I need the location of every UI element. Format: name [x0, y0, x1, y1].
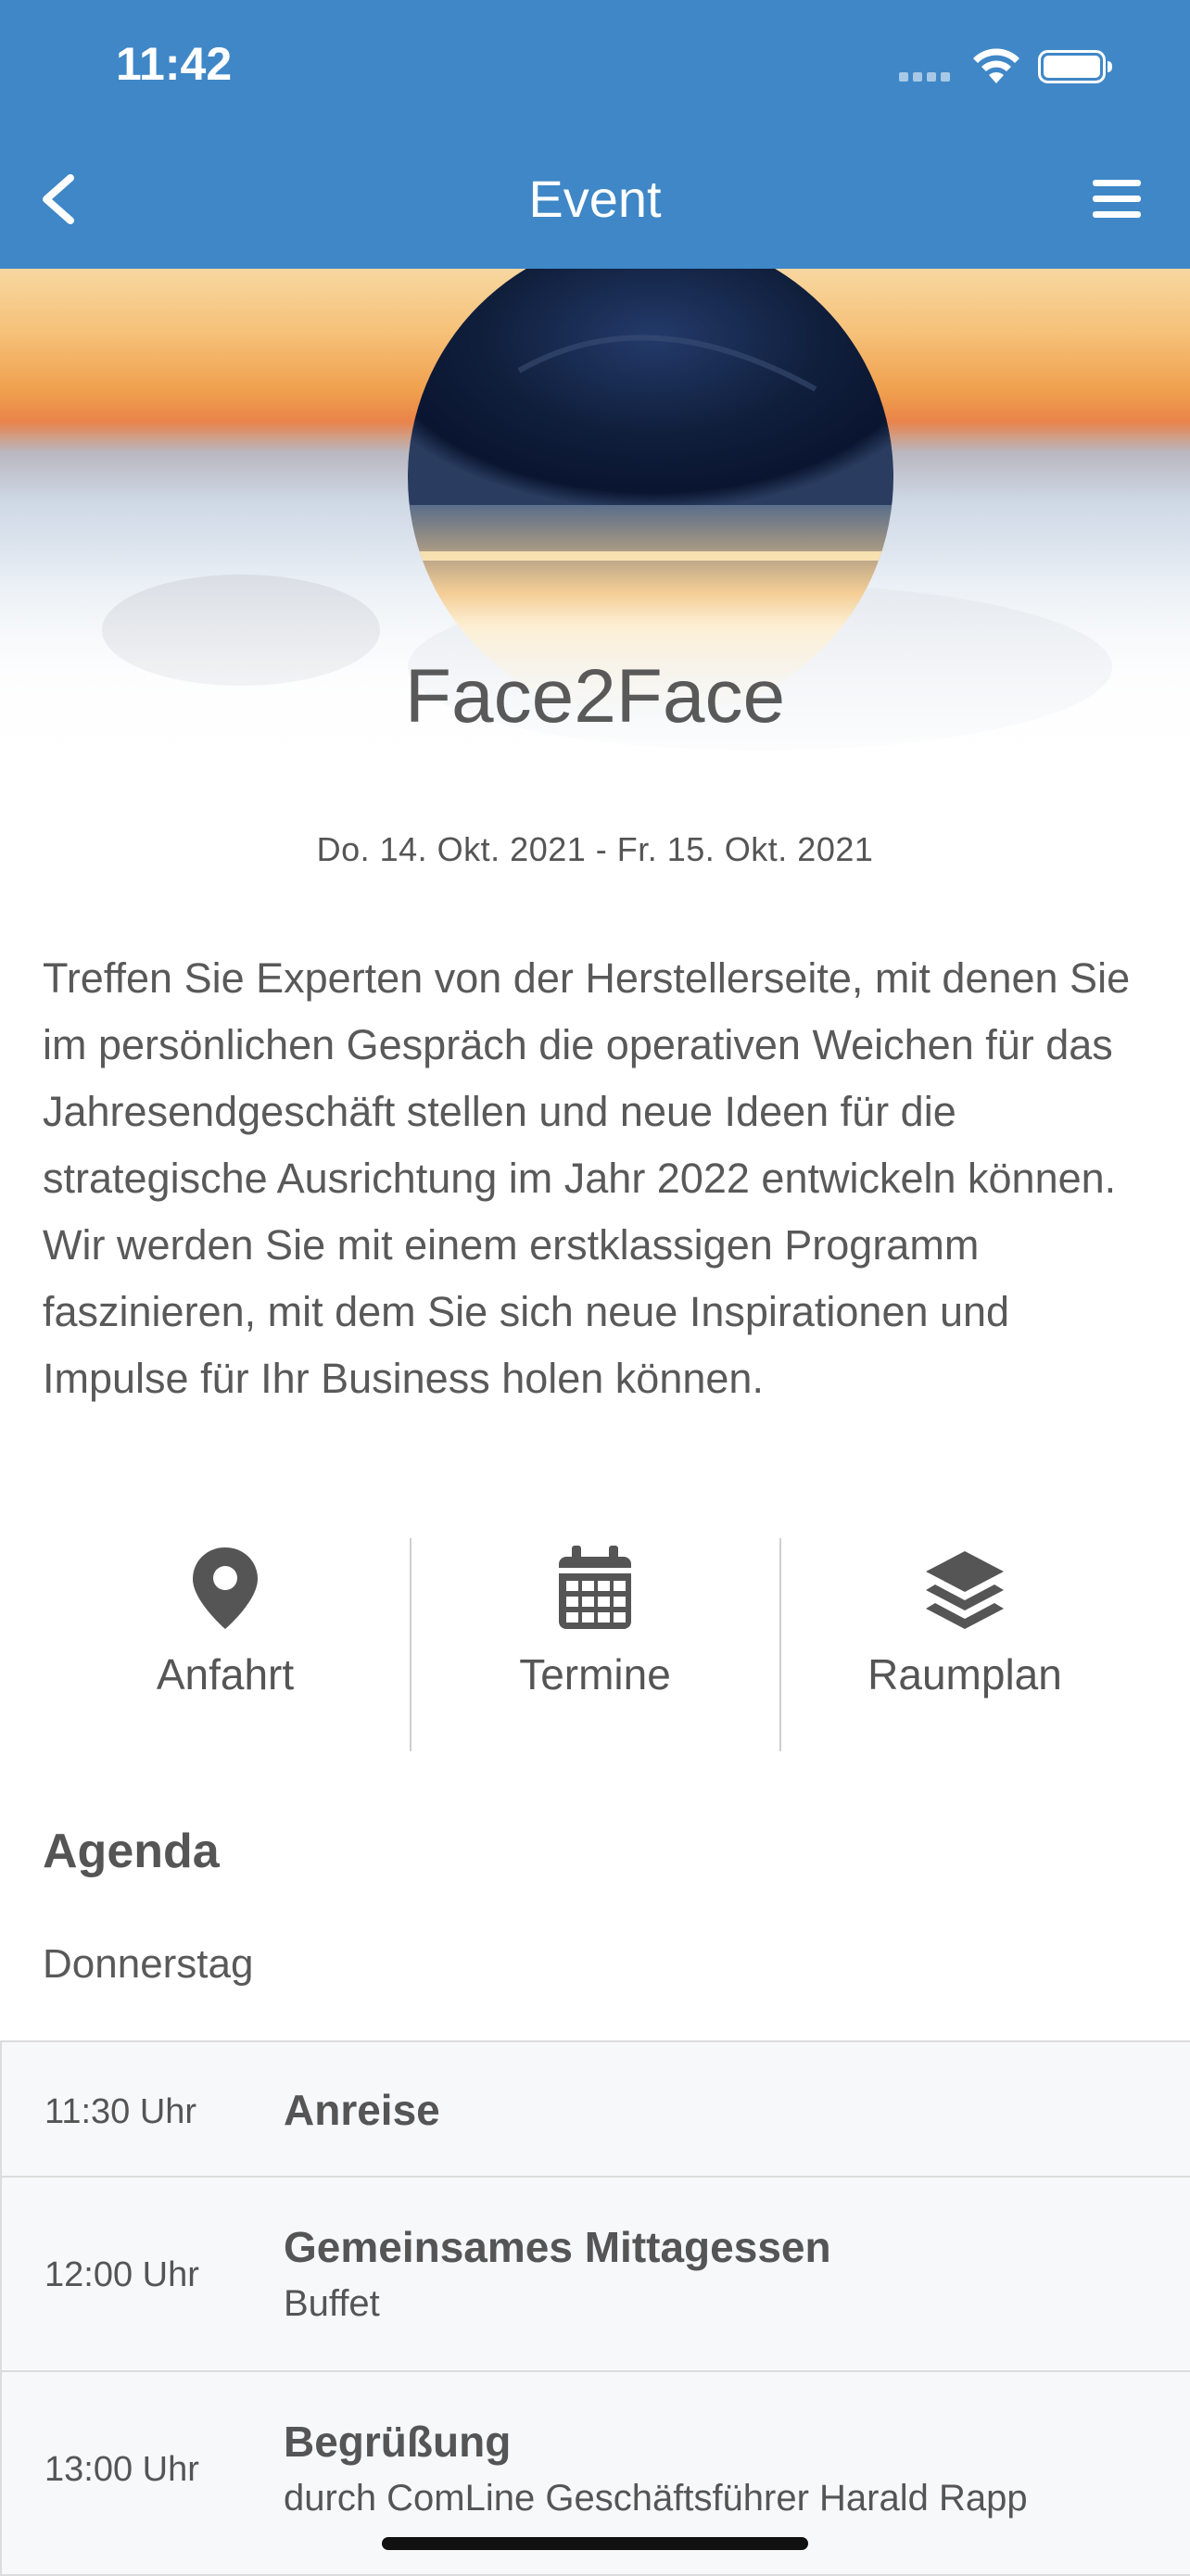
event-description: Treffen Sie Experten von der Herstellers… [43, 954, 1131, 1402]
page-title: Event [528, 170, 662, 228]
quick-link-label: Termine [519, 1650, 671, 1698]
quick-links: Anfahrt Termine Raumplan [0, 1538, 1190, 1751]
calendar-icon [559, 1546, 631, 1629]
agenda-item-title: Anreise [284, 2086, 440, 2134]
battery-icon [1038, 50, 1112, 83]
agenda-day: Donnerstag [43, 1941, 254, 1987]
agenda-item[interactable]: 12:00 Uhr Gemeinsames Mittagessen Buffet [2, 2178, 1190, 2372]
quick-link-termine[interactable]: Termine [411, 1538, 779, 1751]
agenda-item-time: 13:00 Uhr [44, 2450, 199, 2489]
map-pin-icon [193, 1547, 258, 1629]
agenda-item-time: 11:30 Uhr [44, 2092, 197, 2131]
agenda-item-title: Begrüßung [284, 2418, 512, 2466]
agenda-list: 11:30 Uhr Anreise 12:00 Uhr Gemeinsames … [0, 2040, 1190, 2576]
status-time: 11:42 [116, 38, 233, 90]
hamburger-menu-icon[interactable] [1089, 176, 1145, 222]
agenda-heading: Agenda [43, 1825, 220, 1878]
home-indicator[interactable] [382, 2537, 808, 2550]
event-date: Do. 14. Okt. 2021 - Fr. 15. Okt. 2021 [316, 830, 874, 868]
quick-link-label: Anfahrt [156, 1650, 295, 1698]
event-title: Face2Face [404, 654, 786, 739]
cellular-signal-icon [899, 72, 955, 82]
quick-link-label: Raumplan [867, 1650, 1062, 1698]
agenda-item[interactable]: 11:30 Uhr Anreise [2, 2042, 1190, 2178]
quick-link-raumplan[interactable]: Raumplan [780, 1538, 1149, 1751]
wifi-icon [973, 48, 1019, 83]
layers-icon [926, 1551, 1004, 1629]
agenda-item-time: 12:00 Uhr [44, 2255, 199, 2294]
app-header: 11:42 Event [0, 0, 1190, 269]
agenda-item-subtitle: Buffet [284, 2283, 380, 2324]
agenda-item-title: Gemeinsames Mittagessen [284, 2223, 831, 2271]
agenda-item-subtitle: durch ComLine Geschäftsführer Harald Rap… [284, 2478, 1028, 2519]
quick-link-anfahrt[interactable]: Anfahrt [41, 1538, 410, 1751]
